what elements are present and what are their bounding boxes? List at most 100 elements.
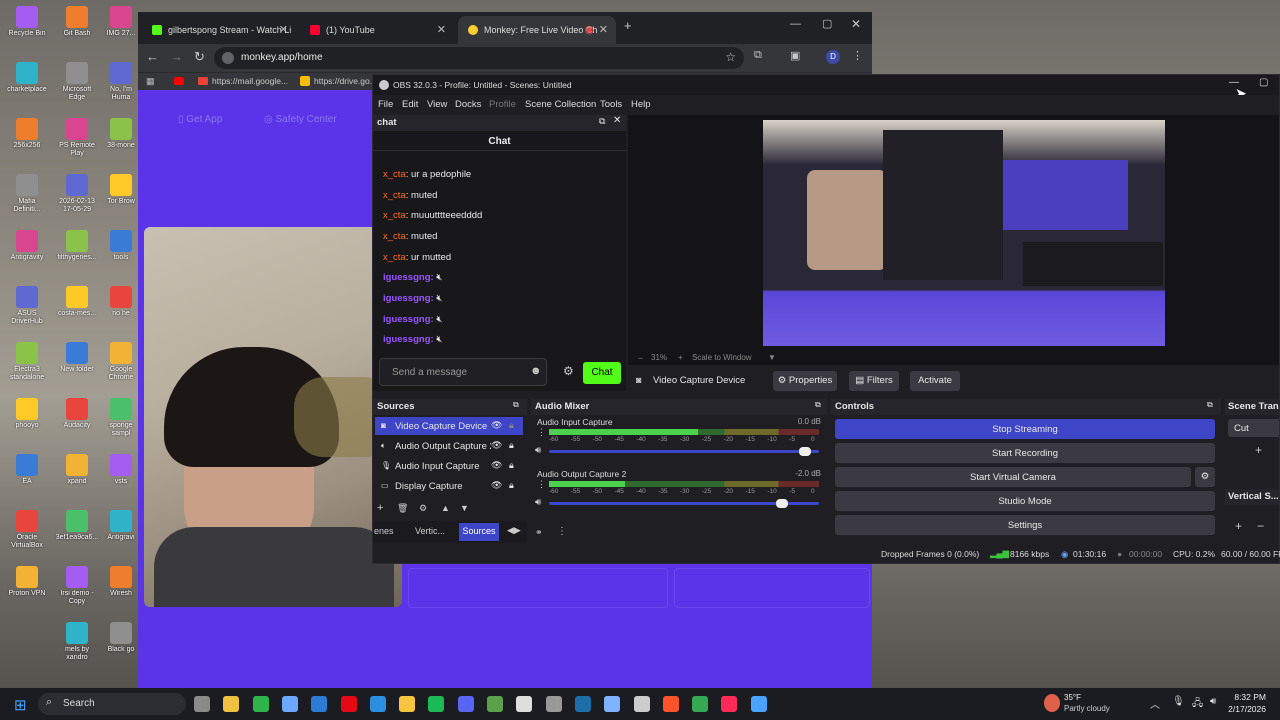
desktop-icon[interactable]: Recycle Bin [4, 6, 50, 38]
volume-slider[interactable] [549, 447, 819, 456]
weather-icon[interactable] [1044, 694, 1060, 712]
steam-icon[interactable] [574, 696, 591, 712]
filters-button[interactable]: ▤ Filters [849, 371, 899, 391]
properties-button[interactable]: ⚙ Properties [773, 371, 837, 391]
studio-mode-button[interactable]: Studio Mode [835, 491, 1215, 511]
extensions-icon[interactable]: ⧉ [754, 49, 762, 62]
xbox-icon[interactable] [252, 696, 269, 712]
network-icon[interactable]: 🖧︎ [1192, 696, 1203, 713]
remove-vertical-scene-icon[interactable]: − [1257, 519, 1264, 533]
settings-button[interactable]: Settings [835, 515, 1215, 535]
address-bar[interactable]: monkey.app/home ☆ [214, 47, 744, 69]
close-window-icon[interactable]: ✕ [851, 17, 861, 31]
chevron-down-icon[interactable]: ▼ [768, 353, 776, 362]
chat-username[interactable]: x_cta [383, 210, 406, 221]
menu-profile[interactable]: Profile [489, 99, 516, 110]
desktop-icon[interactable]: phooyo [4, 398, 50, 430]
tab-vertical[interactable]: Vertic... [415, 526, 445, 536]
menu-help[interactable]: Help [631, 99, 651, 110]
channel-menu-icon[interactable]: ⋮ [537, 427, 546, 438]
maximize-icon[interactable]: ▢ [822, 17, 832, 30]
copilot-icon[interactable] [281, 696, 298, 712]
eye-icon[interactable]: 👁︎ [491, 460, 502, 471]
zoom-in-icon[interactable]: + [678, 353, 683, 362]
file-explorer-icon[interactable] [223, 696, 240, 712]
desktop-icon[interactable]: 3ef1ea9ca6... [54, 510, 100, 542]
minecraft-icon[interactable] [487, 696, 503, 712]
desktop-icon[interactable]: xpand [54, 454, 100, 486]
volume-slider-handle[interactable] [799, 447, 812, 456]
source-item-audio-output[interactable]: 🔈︎ Audio Output Capture 2 👁︎ 🔒︎ [375, 437, 523, 455]
desktop-icon[interactable]: 2026-02-13 17-05-29 [54, 174, 100, 214]
taskbar-search[interactable]: ⌕ Search [38, 693, 186, 715]
desktop-icon[interactable]: Antigravi [104, 510, 138, 542]
desktop-icon[interactable]: tools [104, 230, 138, 262]
zoom-out-icon[interactable]: − [638, 354, 643, 363]
antigravity-app-icon[interactable] [750, 696, 767, 712]
source-item-video-capture[interactable]: ◙ Video Capture Device 👁︎ 🔒︎ [375, 417, 523, 435]
source-item-display-capture[interactable]: ▭ Display Capture 👁︎ 🔒︎ [375, 477, 523, 495]
chat-username[interactable]: x_cta [383, 231, 406, 242]
lock-icon[interactable]: 🔒︎ [509, 460, 514, 471]
clock-date[interactable]: 2/17/2026 [1226, 704, 1266, 714]
bookmark-star-icon[interactable]: ☆ [725, 50, 736, 64]
chat-username[interactable]: x_cta [383, 252, 406, 263]
chat-input[interactable]: Send a message ☻ [379, 358, 547, 386]
menu-file[interactable]: File [378, 99, 393, 110]
github-icon[interactable] [516, 696, 533, 712]
tab-scroll-arrows-icon[interactable]: ◀▶ [507, 525, 521, 536]
get-app-link[interactable]: ▯ Get App [178, 114, 222, 125]
forward-icon[interactable]: → [170, 49, 183, 64]
program-preview[interactable] [763, 120, 1165, 346]
desktop-icon[interactable]: Google Chrome [104, 342, 138, 382]
eye-icon[interactable]: 👁︎ [491, 420, 502, 431]
chat-username[interactable]: iguessgng: [383, 334, 434, 345]
desktop-icon[interactable]: ASUS DriverHub [4, 286, 50, 326]
tab-sources[interactable]: Sources [459, 523, 499, 541]
add-vertical-scene-icon[interactable]: + [1235, 519, 1242, 533]
tray-chevron-icon[interactable]: ︿ [1150, 696, 1160, 711]
media-icon[interactable]: ▣ [790, 49, 800, 62]
clock-time[interactable]: 8:32 PM [1226, 692, 1266, 702]
float-dock-icon[interactable]: ⧉ [513, 400, 519, 410]
volume-icon[interactable]: 🔊︎ [1210, 696, 1216, 707]
desktop-icon[interactable]: Wiresh [104, 566, 138, 598]
bookmark-mail[interactable]: https://mail.google... [212, 76, 288, 86]
desktop-icon[interactable]: Electra3 standalone [4, 342, 50, 382]
desktop-icon[interactable]: Tor Brow [104, 174, 138, 206]
add-transition-icon[interactable]: + [1255, 443, 1262, 457]
desktop-icon[interactable]: mels by xandro [54, 622, 100, 662]
youtube-bookmark-icon[interactable] [174, 77, 184, 85]
tab-monkey[interactable]: Monkey: Free Live Video Ch ◉ ✕ [458, 16, 616, 44]
channel-menu-icon[interactable]: ⋮ [537, 479, 546, 490]
transition-select[interactable]: Cut [1228, 419, 1279, 437]
desktop-icon[interactable]: Black go [104, 622, 138, 654]
chat-settings-icon[interactable]: ⚙ [563, 364, 574, 378]
back-icon[interactable]: ← [146, 49, 159, 64]
tiktok-icon[interactable] [721, 696, 738, 712]
profile-avatar[interactable]: D [826, 50, 840, 64]
tab-kick-stream[interactable]: gilbertspong Stream - Watch Li ✕ [142, 16, 296, 44]
start-recording-button[interactable]: Start Recording [835, 443, 1215, 463]
reload-icon[interactable]: ↻ [194, 49, 205, 65]
float-dock-icon[interactable]: ⧉ [599, 116, 605, 127]
desktop-icon[interactable]: no he [104, 286, 138, 318]
desktop-icon[interactable]: No, I'm Huma [104, 62, 138, 102]
volume-slider-handle[interactable] [776, 499, 789, 508]
desktop-icon[interactable]: New folder [54, 342, 100, 374]
virtual-camera-settings-icon[interactable]: ⚙ [1195, 467, 1215, 487]
menu-tools[interactable]: Tools [600, 99, 622, 110]
link-icon[interactable]: ⚭ [535, 527, 543, 538]
desktop-icon[interactable]: IMG 27... [104, 6, 138, 38]
menu-view[interactable]: View [427, 99, 447, 110]
desktop-icon[interactable]: 38-mone [104, 118, 138, 150]
lock-icon[interactable]: 🔒︎ [509, 420, 514, 431]
desktop-icon[interactable]: Oracle VirtualBox [4, 510, 50, 550]
close-dock-icon[interactable]: ✕ [613, 115, 621, 126]
tab-scenes[interactable]: enes [374, 526, 394, 536]
source-settings-icon[interactable]: ⚙ [419, 503, 427, 514]
windows-start-icon[interactable]: ⊞ [14, 696, 27, 714]
menu-edit[interactable]: Edit [402, 99, 418, 110]
netflix-icon[interactable] [340, 696, 357, 712]
task-view-icon[interactable] [194, 696, 210, 712]
